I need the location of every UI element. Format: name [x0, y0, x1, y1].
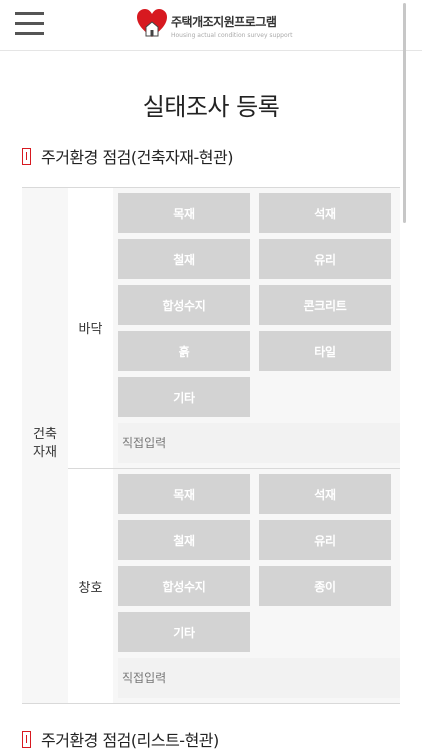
- window-label-cell: 창호: [68, 469, 113, 703]
- window-direct-input[interactable]: [118, 658, 400, 698]
- window-option-synthetic-resin[interactable]: 합성수지: [118, 566, 250, 606]
- floor-option-concrete[interactable]: 콘크리트: [259, 285, 391, 325]
- floor-options: 목재 석재 철재 유리 합성수지 콘크리트 흙 타일 기타: [113, 188, 400, 468]
- floor-option-other[interactable]: 기타: [118, 377, 250, 417]
- section-header-building-materials: 주거환경 점검(건축자재-현관): [22, 144, 233, 168]
- category-cell: 건축 자재: [22, 188, 68, 703]
- floor-option-stone[interactable]: 석재: [259, 193, 391, 233]
- logo-title: 주택개조지원프로그램: [171, 15, 277, 29]
- floor-label: 바닥: [78, 322, 103, 337]
- floor-option-glass[interactable]: 유리: [259, 239, 391, 279]
- logo-subtitle: Housing actual condition survey support: [171, 32, 293, 39]
- heart-house-icon: [137, 9, 167, 37]
- floor-direct-input[interactable]: [118, 423, 400, 463]
- window-options: 목재 석재 철재 유리 합성수지 종이 기타: [113, 469, 400, 703]
- floor-label-cell: 바닥: [68, 188, 113, 468]
- section-title: 주거환경 점검(리스트-현관): [41, 731, 219, 750]
- floor-option-synthetic-resin[interactable]: 합성수지: [118, 285, 250, 325]
- window-label: 창호: [78, 581, 103, 596]
- hamburger-menu-icon[interactable]: [15, 12, 44, 36]
- section-title: 주거환경 점검(건축자재-현관): [41, 148, 233, 167]
- floor-option-wood[interactable]: 목재: [118, 193, 250, 233]
- building-materials-table: 건축 자재 바닥 목재 석재 철재 유리 합성수지 콘크리트 흙 타일 기타 창…: [22, 187, 400, 704]
- section-marker-icon: [22, 147, 31, 165]
- window-option-stone[interactable]: 석재: [259, 474, 391, 514]
- window-option-glass[interactable]: 유리: [259, 520, 391, 560]
- floor-option-steel[interactable]: 철재: [118, 239, 250, 279]
- window-option-steel[interactable]: 철재: [118, 520, 250, 560]
- category-label: 건축 자재: [33, 427, 57, 460]
- window-option-other[interactable]: 기타: [118, 612, 250, 652]
- page-title: 실태조사 등록: [142, 93, 280, 121]
- app-header: 주택개조지원프로그램 Housing actual condition surv…: [0, 0, 422, 51]
- window-option-paper[interactable]: 종이: [259, 566, 391, 606]
- section-header-list: 주거환경 점검(리스트-현관): [22, 727, 219, 751]
- section-marker-icon: [22, 730, 31, 748]
- floor-option-tile[interactable]: 타일: [259, 331, 391, 371]
- floor-option-soil[interactable]: 흙: [118, 331, 250, 371]
- window-option-wood[interactable]: 목재: [118, 474, 250, 514]
